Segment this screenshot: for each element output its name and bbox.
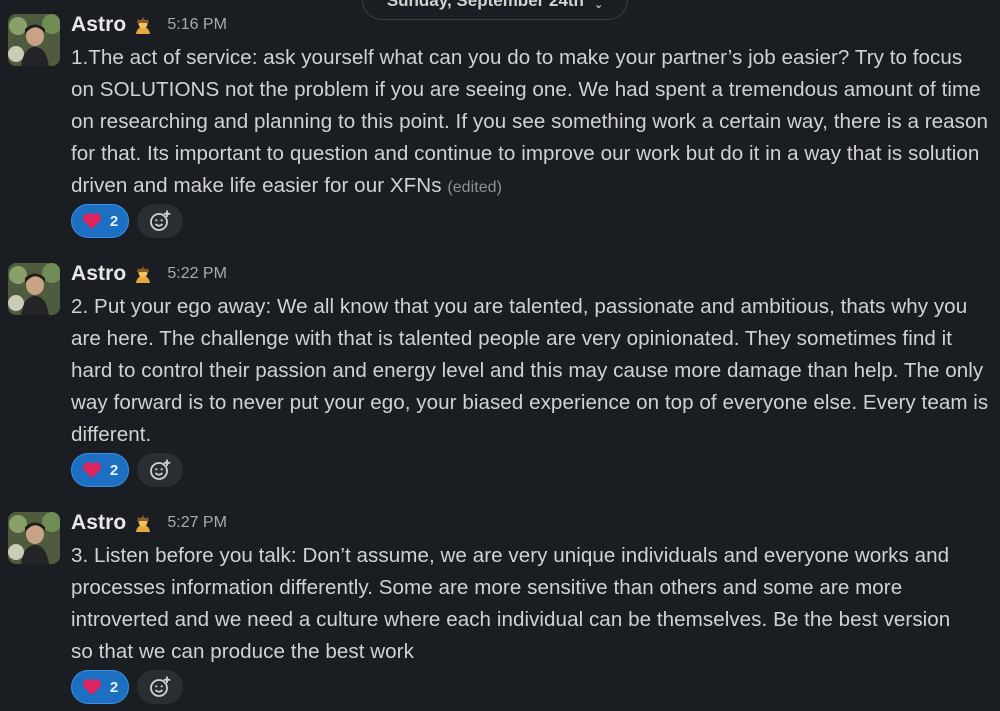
message-text: 1.The act of service: ask yourself what … (71, 42, 991, 204)
reaction-heart[interactable]: 2 (71, 670, 129, 704)
avatar[interactable] (8, 512, 60, 564)
heart-icon (82, 679, 101, 695)
add-reaction-button[interactable] (137, 453, 183, 487)
message-text: 3. Listen before you talk: Don’t assume,… (71, 540, 991, 668)
bowing-person-icon (136, 17, 151, 34)
reaction-count: 2 (109, 678, 119, 696)
date-divider-label: Sunday, September 24th (386, 0, 584, 10)
add-reaction-icon (150, 459, 171, 480)
timestamp[interactable]: 5:16 PM (167, 16, 227, 34)
avatar[interactable] (8, 263, 60, 315)
author-name[interactable]: Astro (71, 511, 126, 535)
add-reaction-icon (150, 210, 171, 231)
timestamp[interactable]: 5:22 PM (167, 265, 227, 283)
reaction-heart[interactable]: 2 (71, 453, 129, 487)
author-name[interactable]: Astro (71, 13, 126, 37)
reaction-bar: 2 (71, 453, 183, 487)
reaction-count: 2 (109, 461, 119, 479)
timestamp[interactable]: 5:27 PM (167, 514, 227, 532)
bowing-person-icon (136, 515, 151, 532)
message-body: 1.The act of service: ask yourself what … (71, 46, 989, 197)
message-body: 3. Listen before you talk: Don’t assume,… (71, 544, 951, 631)
message-body-end: so that we can produce the best work (71, 640, 414, 663)
chevron-down-icon: ⌄ (593, 0, 604, 11)
reaction-bar: 2 (71, 670, 183, 704)
message-text: 2. Put your ego away: We all know that y… (71, 291, 991, 451)
heart-icon (82, 462, 101, 478)
heart-icon (82, 213, 101, 229)
reaction-bar: 2 (71, 204, 183, 238)
avatar[interactable] (8, 14, 60, 66)
author-name[interactable]: Astro (71, 262, 126, 286)
edited-label: (edited) (447, 179, 502, 196)
add-reaction-icon (150, 676, 171, 697)
date-divider[interactable]: Sunday, September 24th ⌄ (362, 0, 628, 20)
channel-message-list: Sunday, September 24th ⌄ Astro 5:16 PM 1… (0, 0, 1000, 711)
message-body: 2. Put your ego away: We all know that y… (71, 295, 989, 446)
reaction-heart[interactable]: 2 (71, 204, 129, 238)
add-reaction-button[interactable] (137, 204, 183, 238)
add-reaction-button[interactable] (137, 670, 183, 704)
reaction-count: 2 (109, 212, 119, 230)
bowing-person-icon (136, 266, 151, 283)
